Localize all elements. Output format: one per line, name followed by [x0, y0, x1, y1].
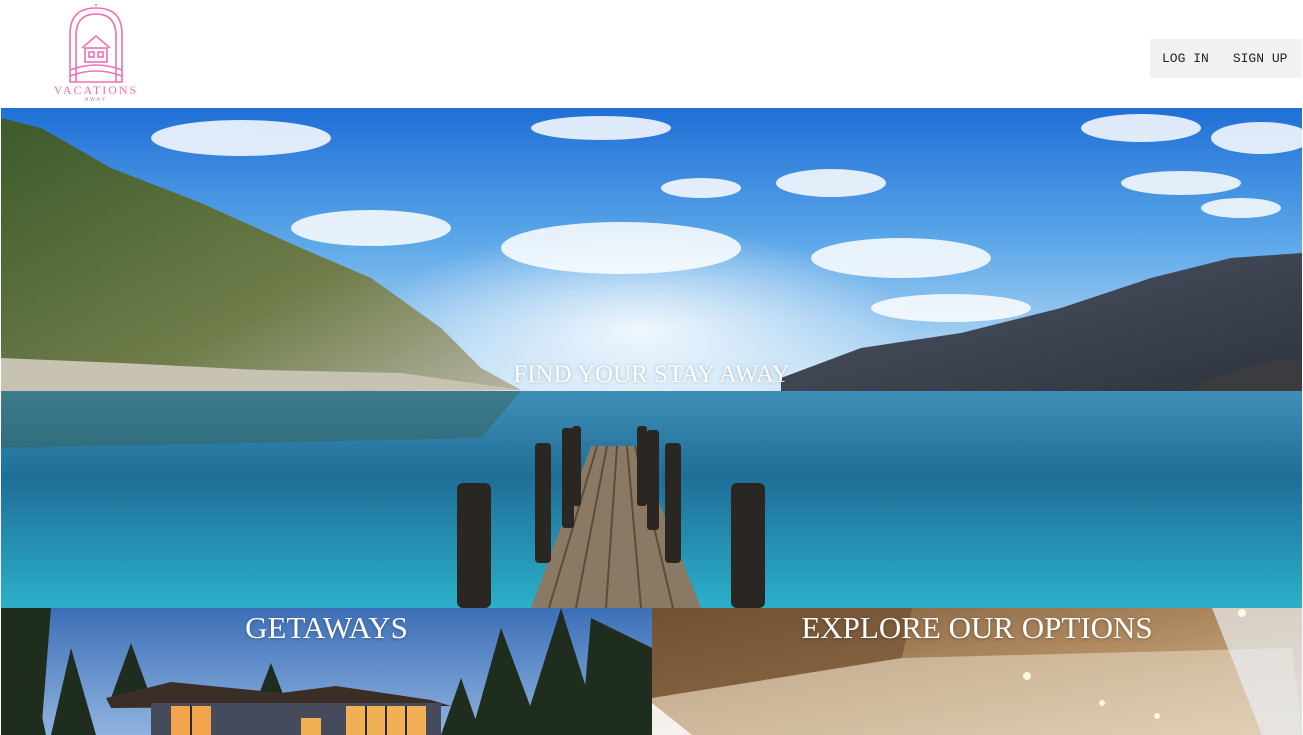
signup-link[interactable]: SIGN UP — [1221, 51, 1300, 66]
auth-nav: LOG IN SIGN UP — [1150, 39, 1302, 78]
hero-banner: FIND YOUR STAY AWAY — [1, 108, 1302, 608]
explore-options-card[interactable]: EXPLORE OUR OPTIONS — [652, 608, 1302, 735]
brand-name: VACATIONS — [53, 83, 139, 97]
explore-options-title: EXPLORE OUR OPTIONS — [801, 610, 1153, 645]
login-link[interactable]: LOG IN — [1150, 51, 1221, 66]
getaways-title: GETAWAYS — [245, 610, 408, 645]
brand-tagline: AWAY — [85, 97, 107, 103]
hero-lake-image — [1, 108, 1302, 608]
getaways-card[interactable]: GETAWAYS — [1, 608, 652, 735]
hero-title: FIND YOUR STAY AWAY — [513, 361, 790, 388]
site-header: VACATIONS AWAY LOG IN SIGN UP — [0, 0, 1303, 108]
house-arch-icon — [69, 0, 123, 83]
brand-logo[interactable]: VACATIONS AWAY — [48, 0, 144, 104]
